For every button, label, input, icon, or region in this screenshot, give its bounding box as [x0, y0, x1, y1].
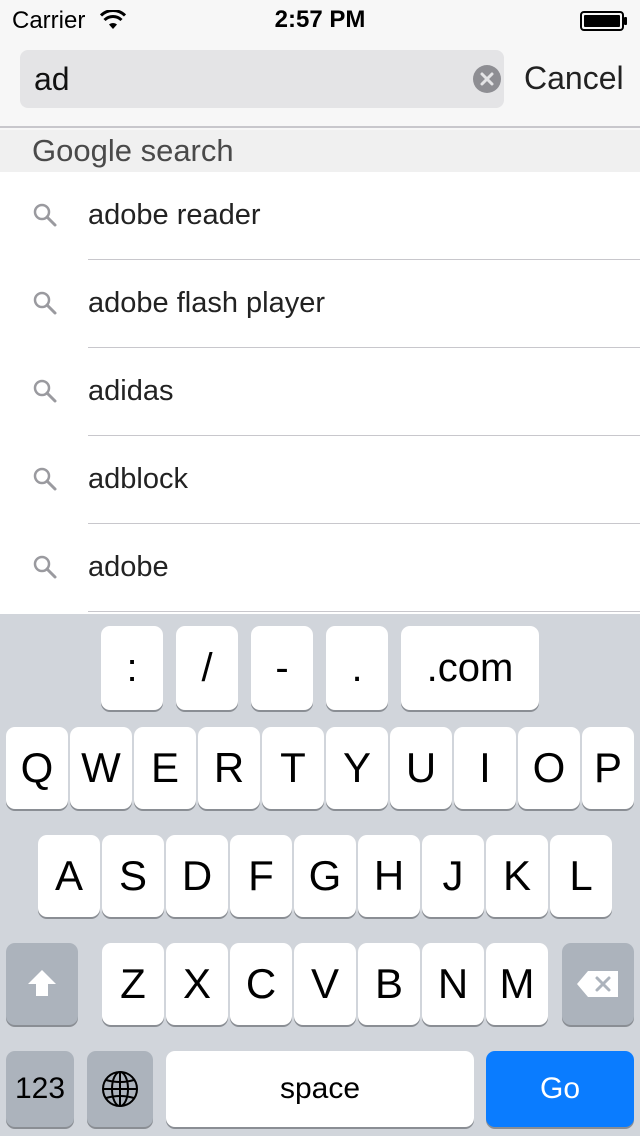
key-v[interactable]: V	[294, 943, 356, 1025]
key-i[interactable]: I	[454, 727, 516, 809]
key-z[interactable]: Z	[102, 943, 164, 1025]
suggestion-label: adobe	[88, 551, 169, 583]
keyboard: : / - . .com Q W E R T Y U I O P A S D F…	[0, 614, 640, 1136]
search-icon	[33, 379, 57, 403]
key-n[interactable]: N	[422, 943, 484, 1025]
suggestion-item[interactable]: adobe flash player	[0, 260, 640, 348]
delete-key[interactable]	[562, 943, 634, 1025]
battery-icon	[580, 11, 627, 31]
suggestion-label: adobe flash player	[88, 287, 325, 319]
key-h[interactable]: H	[358, 835, 420, 917]
suggestion-label: adblock	[88, 463, 188, 495]
key-u[interactable]: U	[390, 727, 452, 809]
key-hyphen[interactable]: -	[251, 626, 313, 710]
backspace-icon	[577, 971, 618, 997]
key-c[interactable]: C	[230, 943, 292, 1025]
shift-icon	[28, 970, 56, 996]
search-icon	[33, 291, 57, 315]
key-colon[interactable]: :	[101, 626, 163, 710]
search-input[interactable]: ad	[20, 50, 504, 108]
cancel-button[interactable]: Cancel	[524, 60, 624, 96]
divider	[88, 611, 640, 612]
key-a[interactable]: A	[38, 835, 100, 917]
key-j[interactable]: J	[422, 835, 484, 917]
key-slash[interactable]: /	[176, 626, 238, 710]
key-w[interactable]: W	[70, 727, 132, 809]
globe-icon	[102, 1071, 138, 1107]
space-key[interactable]: space	[166, 1051, 474, 1127]
key-r[interactable]: R	[198, 727, 260, 809]
key-o[interactable]: O	[518, 727, 580, 809]
shift-key[interactable]	[6, 943, 78, 1025]
search-icon	[33, 203, 57, 227]
section-title: Google search	[32, 133, 234, 168]
suggestion-item[interactable]: adobe reader	[0, 172, 640, 260]
suggestions-section-header: Google search	[0, 130, 640, 172]
key-y[interactable]: Y	[326, 727, 388, 809]
key-dotcom[interactable]: .com	[401, 626, 539, 710]
key-l[interactable]: L	[550, 835, 612, 917]
suggestion-label: adobe reader	[88, 199, 261, 231]
key-b[interactable]: B	[358, 943, 420, 1025]
key-q[interactable]: Q	[6, 727, 68, 809]
clock: 2:57 PM	[274, 6, 366, 33]
key-d[interactable]: D	[166, 835, 228, 917]
key-f[interactable]: F	[230, 835, 292, 917]
search-input-value[interactable]: ad	[34, 62, 70, 96]
key-period[interactable]: .	[326, 626, 388, 710]
key-m[interactable]: M	[486, 943, 548, 1025]
suggestion-item[interactable]: adidas	[0, 348, 640, 436]
suggestion-list: adobe reader adobe flash player adidas a…	[0, 172, 640, 614]
numbers-key[interactable]: 123	[6, 1051, 74, 1127]
search-header: ad Cancel	[0, 40, 640, 128]
key-g[interactable]: G	[294, 835, 356, 917]
go-button[interactable]: Go	[486, 1051, 634, 1127]
key-x[interactable]: X	[166, 943, 228, 1025]
suggestion-item[interactable]: adobe	[0, 524, 640, 612]
suggestion-item[interactable]: adblock	[0, 436, 640, 524]
globe-key[interactable]	[87, 1051, 153, 1127]
key-e[interactable]: E	[134, 727, 196, 809]
key-p[interactable]: P	[582, 727, 634, 809]
key-t[interactable]: T	[262, 727, 324, 809]
status-bar: Carrier 2:57 PM	[0, 0, 640, 40]
clear-icon[interactable]	[473, 65, 501, 93]
search-icon	[33, 467, 57, 491]
key-k[interactable]: K	[486, 835, 548, 917]
search-icon	[33, 555, 57, 579]
suggestion-label: adidas	[88, 375, 174, 407]
key-s[interactable]: S	[102, 835, 164, 917]
